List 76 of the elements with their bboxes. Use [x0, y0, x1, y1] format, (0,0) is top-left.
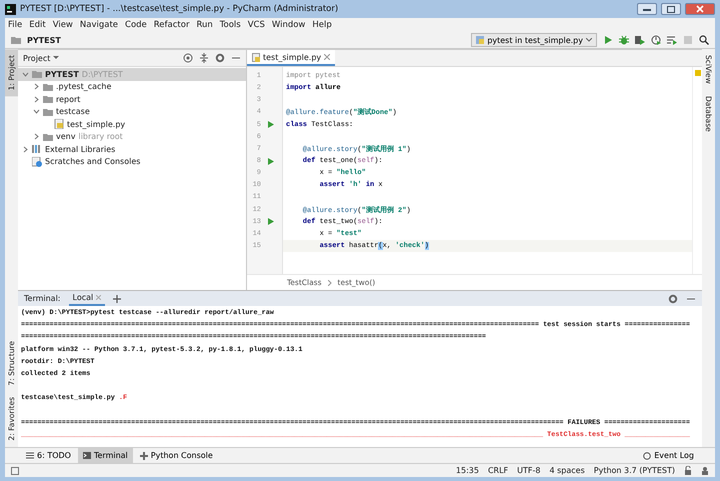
menu-item[interactable]: Refactor — [154, 20, 190, 30]
folder-icon — [43, 132, 53, 142]
close-icon[interactable] — [324, 54, 330, 60]
tree-item[interactable]: External Libraries — [45, 144, 116, 154]
close-button[interactable] — [685, 3, 715, 15]
caret-icon — [586, 38, 592, 42]
python-icon — [476, 36, 484, 44]
panel-icon[interactable] — [11, 466, 19, 474]
list-icon — [26, 452, 34, 459]
run-icon[interactable] — [267, 121, 274, 128]
chevron-icon — [328, 280, 332, 286]
menu-item[interactable]: View — [52, 20, 73, 30]
event-log-button[interactable]: Event Log — [638, 448, 699, 463]
libraries-icon — [32, 144, 42, 154]
run-icon[interactable] — [267, 158, 274, 165]
run-icon[interactable] — [603, 35, 613, 45]
tree-item[interactable]: .pytest_cache — [56, 82, 112, 92]
tree-item-hint: D:\PYTEST — [82, 70, 123, 79]
menu-item[interactable]: Tools — [220, 20, 241, 30]
folder-icon — [43, 106, 53, 117]
folder-icon — [32, 69, 42, 80]
search-icon[interactable] — [699, 35, 709, 45]
profiler-icon[interactable] — [651, 35, 661, 45]
lock-icon[interactable] — [684, 466, 692, 475]
tree-item[interactable]: test_simple.py — [67, 120, 126, 129]
project-breadcrumb[interactable]: PYTEST — [27, 36, 466, 44]
tree-item[interactable]: testcase — [56, 107, 90, 116]
python-file-icon — [54, 119, 64, 130]
run-configuration-dropdown[interactable]: pytest in test_simple.py — [471, 33, 597, 47]
python-file-icon — [252, 52, 260, 62]
session-tab[interactable]: Local — [68, 291, 106, 306]
warning-marker[interactable] — [694, 70, 700, 76]
status-item[interactable]: 4 spaces — [549, 466, 585, 475]
minimize-button[interactable] — [637, 3, 657, 15]
folder-icon — [43, 94, 53, 104]
run-icon[interactable] — [267, 218, 274, 226]
terminal-label: Terminal: — [24, 294, 61, 303]
close-icon — [696, 5, 704, 13]
tree-item[interactable]: venv — [56, 132, 76, 142]
tree-item[interactable]: Scratches and Consoles — [45, 157, 140, 166]
app-logo-icon — [5, 4, 16, 14]
terminal-icon — [82, 452, 91, 459]
tree-item[interactable]: report — [56, 94, 80, 104]
status-item[interactable]: Python 3.7 (PYTEST) — [594, 466, 675, 475]
tool-window-tab[interactable]: Python Console — [134, 448, 218, 463]
bug-icon[interactable] — [619, 35, 629, 45]
scratches-icon — [32, 156, 42, 167]
tree-item[interactable]: PYTEST — [45, 70, 79, 79]
status-item[interactable]: UTF-8 — [517, 466, 540, 475]
maximize-icon — [667, 6, 675, 12]
menu-item[interactable]: Navigate — [80, 20, 118, 30]
console-icon — [140, 452, 148, 460]
minimize-icon — [643, 7, 651, 11]
maximize-button[interactable] — [661, 3, 681, 15]
collapse-icon[interactable] — [199, 53, 209, 63]
menu-item[interactable]: Window — [272, 20, 306, 30]
menu-item[interactable]: Edit — [29, 20, 46, 30]
menu-item[interactable]: Run — [196, 20, 213, 30]
tree-item-hint: library root — [78, 132, 123, 142]
concurrency-icon[interactable] — [667, 35, 677, 45]
status-item[interactable]: 15:35 — [456, 466, 479, 475]
add-icon[interactable] — [113, 294, 122, 302]
window-title: PYTEST [D:\PYTEST] - ...\testcase\test_simple.py - PyCharm (Administrator) — [20, 4, 340, 14]
folder-icon — [43, 82, 53, 92]
menu-item[interactable]: Help — [312, 20, 332, 30]
tool-window-tab[interactable]: 6: TODO — [21, 448, 76, 463]
editor-tab[interactable]: test_simple.py — [247, 50, 336, 66]
coverage-icon[interactable] — [635, 35, 645, 45]
locate-icon[interactable] — [183, 53, 193, 63]
tool-window-tab[interactable]: Terminal — [78, 448, 133, 463]
menu-item[interactable]: File — [8, 20, 22, 30]
menu-item[interactable]: VCS — [248, 20, 265, 30]
folder-icon — [11, 35, 21, 45]
menu-item[interactable]: Code — [125, 20, 147, 30]
status-item[interactable]: CRLF — [488, 466, 508, 475]
caret-icon — [53, 56, 60, 60]
